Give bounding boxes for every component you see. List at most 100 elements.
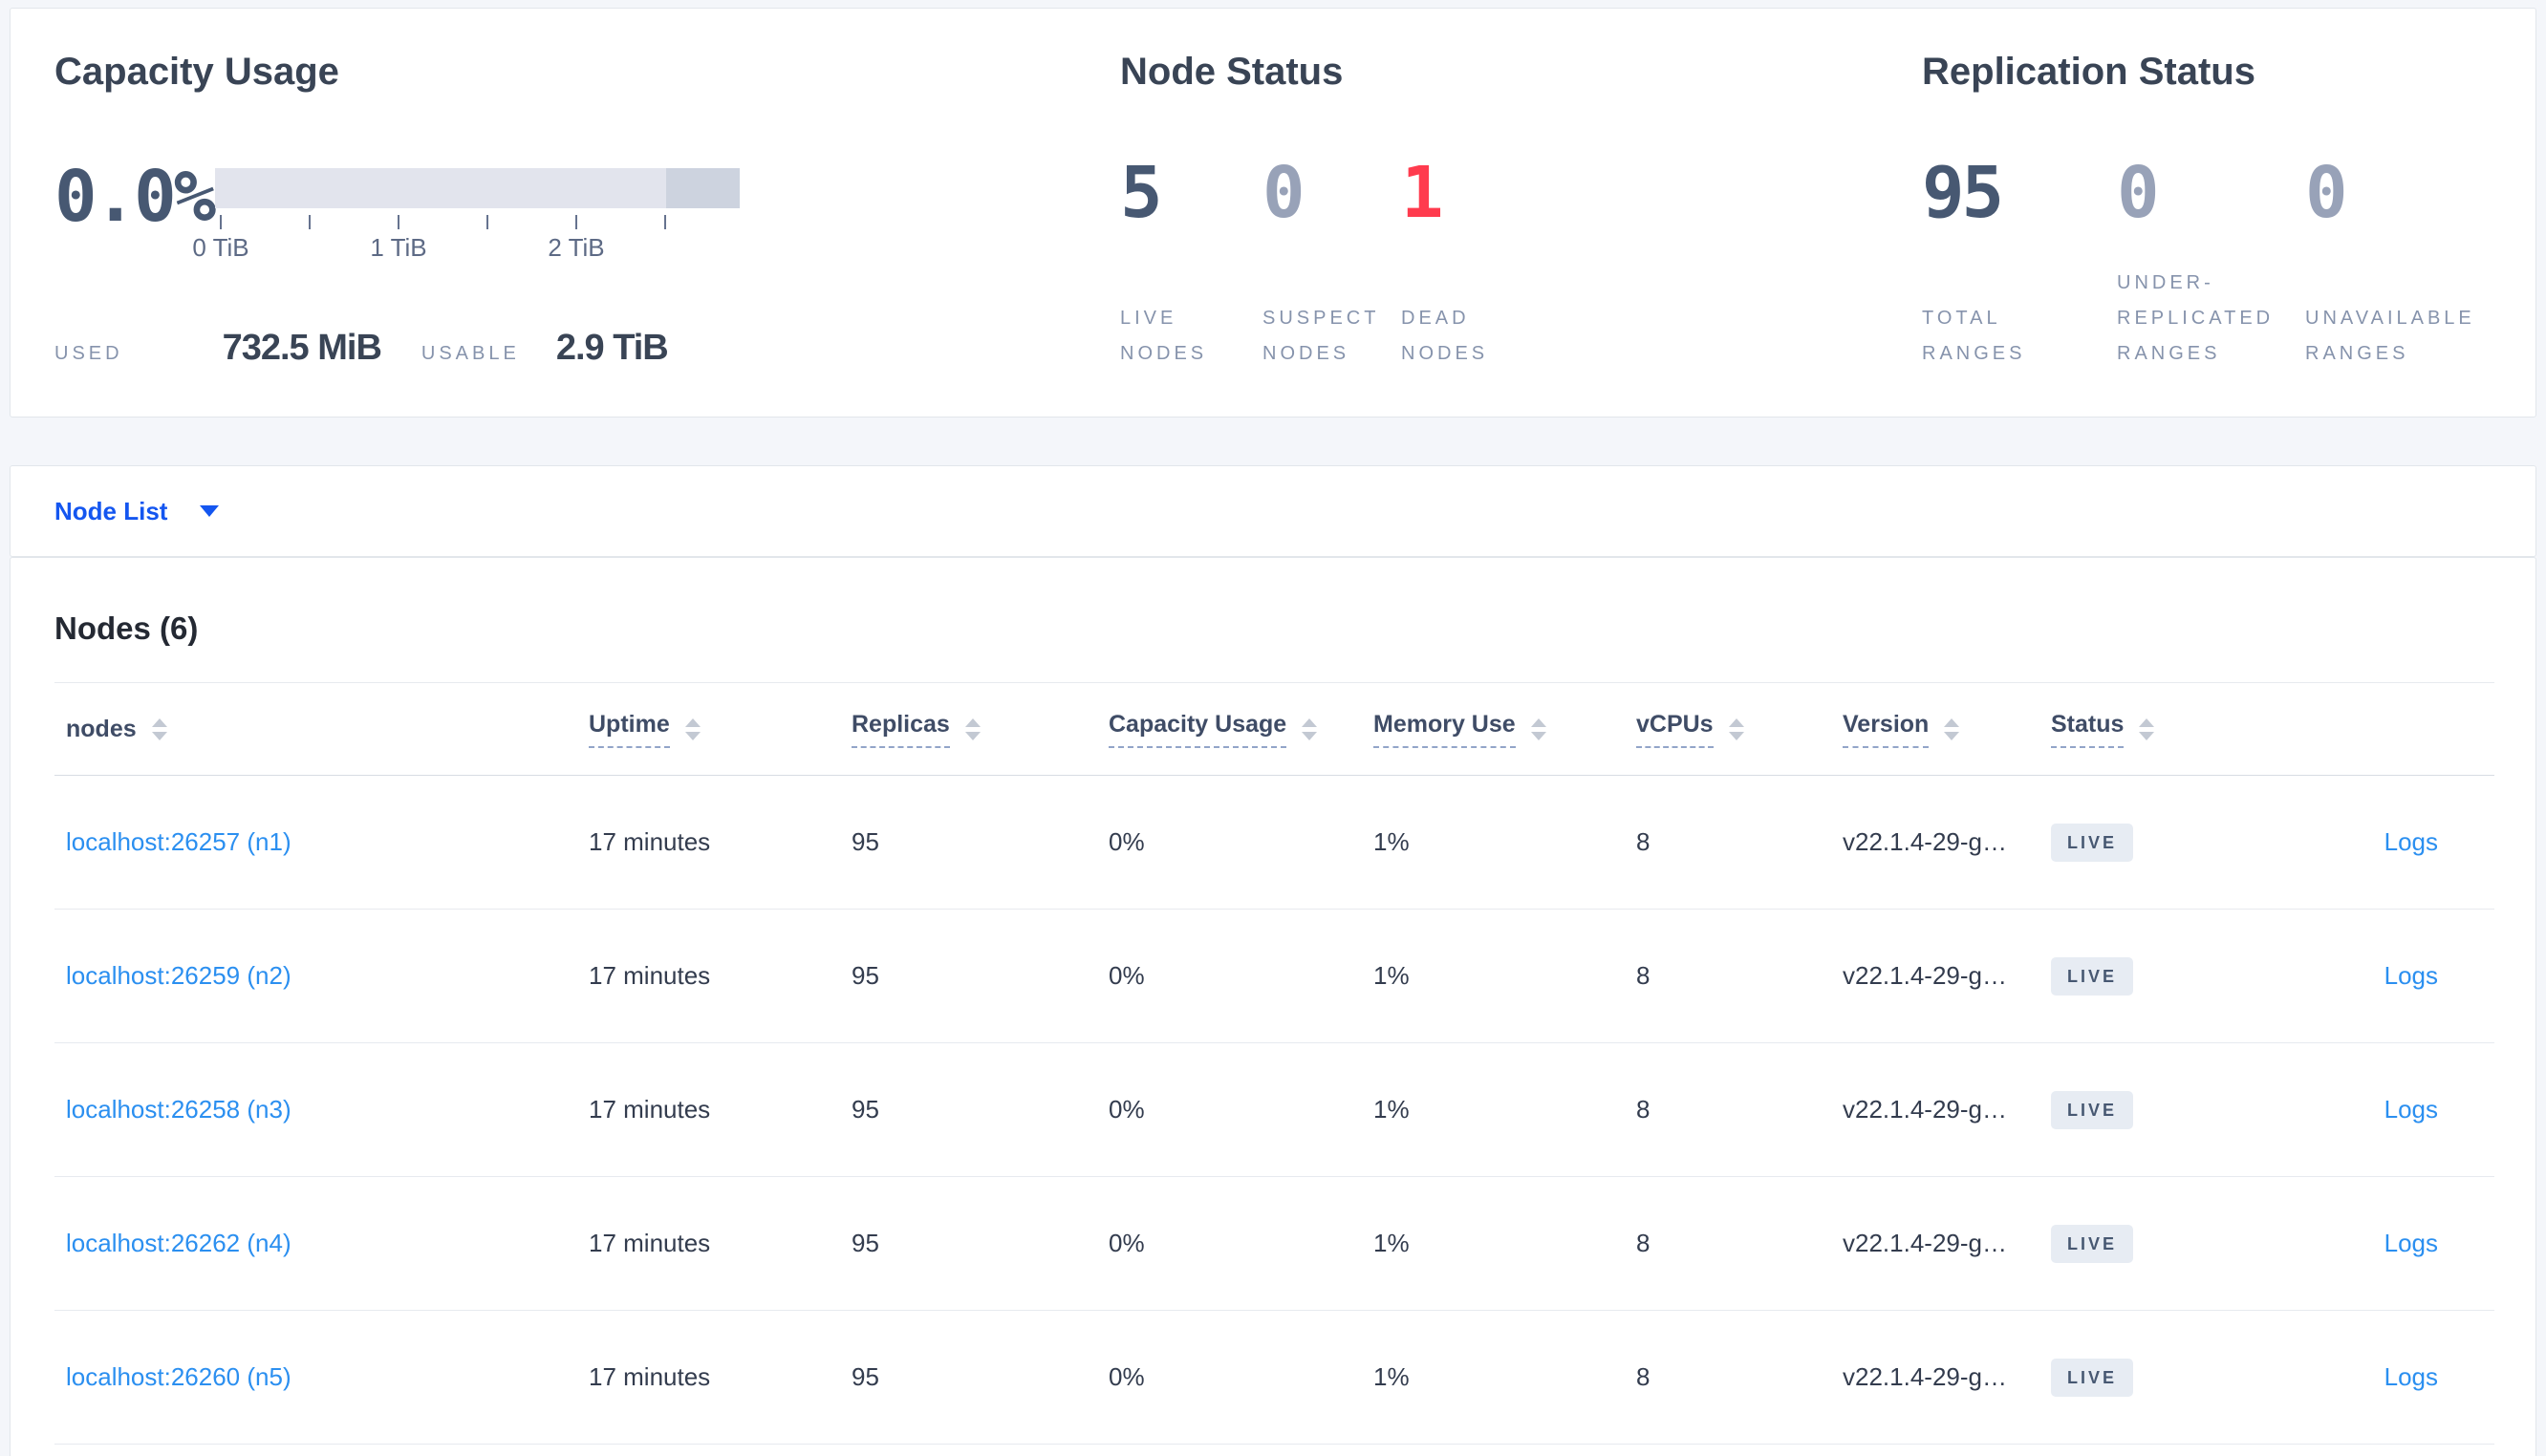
total-ranges-value: 95 [1922, 152, 2004, 234]
node-address-link[interactable]: localhost:26258 (n3) [66, 1095, 291, 1124]
axis-tick [575, 215, 577, 229]
logs-link[interactable]: Logs [2384, 827, 2438, 856]
sort-icon[interactable] [1944, 717, 1960, 740]
uptime-cell: 17 minutes [589, 1362, 711, 1391]
logs-link[interactable]: Logs [2384, 1095, 2438, 1124]
sort-icon[interactable] [151, 717, 167, 740]
column-header-capacity-usage[interactable]: Capacity Usage [1109, 711, 1373, 748]
cluster-summary-panel: Capacity Usage 0.0% 0 TiB 1 TiB 2 TiB US… [10, 8, 2536, 418]
uptime-cell: 17 minutes [589, 827, 711, 856]
nodes-table: nodes Uptime Replicas Capacity Usage Mem… [54, 682, 2494, 1445]
column-header-uptime[interactable]: Uptime [589, 711, 852, 748]
column-header-memory-use[interactable]: Memory Use [1373, 711, 1636, 748]
sort-icon[interactable] [2139, 717, 2155, 740]
dead-nodes-value: 1 [1401, 152, 1444, 234]
vcpus-cell: 8 [1636, 827, 1651, 856]
replicas-cell: 95 [852, 1229, 879, 1257]
table-row: localhost:26259 (n2) 17 minutes 95 0% 1%… [54, 910, 2494, 1043]
axis-tick-label: 2 TiB [548, 233, 605, 262]
sort-icon[interactable] [1728, 717, 1744, 740]
usable-label: USABLE [421, 343, 520, 364]
status-badge: LIVE [2051, 1090, 2134, 1129]
table-row: localhost:26257 (n1) 17 minutes 95 0% 1%… [54, 776, 2494, 910]
vcpus-cell: 8 [1636, 1229, 1651, 1257]
column-header-version[interactable]: Version [1843, 711, 2051, 748]
logs-link[interactable]: Logs [2384, 1362, 2438, 1391]
vcpus-cell: 8 [1636, 961, 1651, 990]
suspect-nodes-value: 0 [1262, 152, 1305, 234]
status-badge: LIVE [2051, 1358, 2134, 1397]
version-cell: v22.1.4-29-g… [1843, 961, 2007, 990]
memory-use-cell: 1% [1373, 1229, 1410, 1257]
uptime-cell: 17 minutes [589, 961, 711, 990]
live-nodes-metric: 5 LIVE NODES [1120, 158, 1262, 372]
uptime-cell: 17 minutes [589, 1229, 711, 1257]
status-badge: LIVE [2051, 956, 2134, 996]
nodes-heading: Nodes (6) [54, 610, 199, 646]
total-ranges-label: TOTAL RANGES [1922, 308, 2026, 364]
axis-tick [664, 215, 666, 229]
dead-nodes-label: DEAD NODES [1401, 308, 1489, 364]
vcpus-cell: 8 [1636, 1362, 1651, 1391]
logs-link[interactable]: Logs [2384, 961, 2438, 990]
node-address-link[interactable]: localhost:26257 (n1) [66, 827, 291, 856]
sort-icon[interactable] [684, 717, 701, 740]
capacity-usage-cell: 0% [1109, 1362, 1145, 1391]
node-address-link[interactable]: localhost:26262 (n4) [66, 1229, 291, 1257]
node-address-link[interactable]: localhost:26260 (n5) [66, 1362, 291, 1391]
replicas-cell: 95 [852, 961, 879, 990]
used-value: 732.5 MiB [222, 328, 382, 368]
replicas-cell: 95 [852, 1095, 879, 1124]
axis-tick [486, 215, 488, 229]
status-badge: LIVE [2051, 823, 2134, 862]
axis-tick [220, 215, 222, 229]
replication-status-section: Replication Status 95 TOTAL RANGES 0 UND… [1922, 9, 2534, 417]
column-header-vcpus[interactable]: vCPUs [1636, 711, 1843, 748]
axis-tick-label: 0 TiB [192, 233, 249, 262]
capacity-usage-title: Capacity Usage [54, 51, 339, 93]
axis-tick [398, 215, 399, 229]
replication-status-title: Replication Status [1922, 51, 2255, 93]
replicas-cell: 95 [852, 827, 879, 856]
version-cell: v22.1.4-29-g… [1843, 1362, 2007, 1391]
memory-use-cell: 1% [1373, 961, 1410, 990]
replication-metrics: 95 TOTAL RANGES 0 UNDER- REPLICATED RANG… [1922, 158, 2496, 372]
column-header-status[interactable]: Status [2051, 711, 2380, 748]
node-address-link[interactable]: localhost:26259 (n2) [66, 961, 291, 990]
sort-icon[interactable] [1302, 717, 1318, 740]
memory-use-cell: 1% [1373, 1362, 1410, 1391]
node-status-metrics: 5 LIVE NODES 0 SUSPECT NODES 1 DEAD NODE… [1120, 158, 1544, 372]
capacity-usage-cell: 0% [1109, 827, 1145, 856]
suspect-nodes-metric: 0 SUSPECT NODES [1262, 158, 1401, 372]
memory-use-cell: 1% [1373, 827, 1410, 856]
view-selector-dropdown[interactable]: Node List [54, 466, 220, 556]
version-cell: v22.1.4-29-g… [1843, 1229, 2007, 1257]
capacity-usage-cell: 0% [1109, 1229, 1145, 1257]
node-status-section: Node Status 5 LIVE NODES 0 SUSPECT NODES… [1120, 9, 1846, 417]
suspect-nodes-label: SUSPECT NODES [1262, 308, 1380, 364]
table-row: localhost:26262 (n4) 17 minutes 95 0% 1%… [54, 1177, 2494, 1311]
node-status-title: Node Status [1120, 51, 1344, 93]
under-replicated-ranges-value: 0 [2117, 152, 2160, 234]
sort-icon[interactable] [1530, 717, 1546, 740]
logs-link[interactable]: Logs [2384, 1229, 2438, 1257]
under-replicated-ranges-label: UNDER- REPLICATED RANGES [2117, 272, 2275, 364]
capacity-usage-section: Capacity Usage 0.0% 0 TiB 1 TiB 2 TiB US… [54, 9, 1058, 417]
unavailable-ranges-label: UNAVAILABLE RANGES [2305, 308, 2475, 364]
axis-tick [309, 215, 311, 229]
unavailable-ranges-metric: 0 UNAVAILABLE RANGES [2305, 158, 2496, 372]
table-header-row: nodes Uptime Replicas Capacity Usage Mem… [54, 683, 2494, 776]
capacity-bar-reserved-segment [666, 168, 740, 208]
used-label: USED [54, 343, 123, 364]
column-header-nodes[interactable]: nodes [66, 716, 589, 743]
capacity-stats-row: USED 732.5 MiB USABLE 2.9 TiB [54, 328, 669, 369]
unavailable-ranges-value: 0 [2305, 152, 2348, 234]
sort-icon[interactable] [964, 717, 981, 740]
dead-nodes-metric: 1 DEAD NODES [1401, 158, 1544, 372]
capacity-used-percent: 0.0% [54, 156, 216, 238]
total-ranges-metric: 95 TOTAL RANGES [1922, 158, 2117, 372]
view-selector-label: Node List [54, 496, 168, 525]
live-nodes-label: LIVE NODES [1120, 308, 1208, 364]
axis-tick-label: 1 TiB [370, 233, 427, 262]
column-header-replicas[interactable]: Replicas [852, 711, 1109, 748]
